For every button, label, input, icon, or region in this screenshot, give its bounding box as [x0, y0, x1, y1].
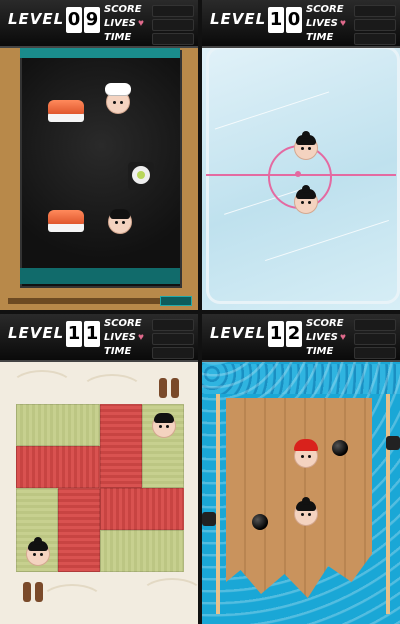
heart-icon: ♥ [138, 18, 144, 29]
stats-box: SCORE LIVES ♥ TIME [104, 4, 194, 46]
pirate-character-icon [294, 439, 318, 468]
level-panel-12: LEVEL 1 2 SCORE LIVES ♥ TIME [202, 314, 400, 624]
board-top-rail [20, 48, 180, 58]
ninja-character-icon [152, 413, 176, 438]
time-value-box [152, 33, 194, 45]
level-label: LEVEL [8, 10, 65, 28]
cannonball-icon [252, 514, 268, 530]
score-value-box [354, 319, 396, 331]
chef-character-icon [105, 83, 131, 114]
hud-bar: LEVEL 1 0 SCORE LIVES ♥ TIME [202, 0, 400, 48]
time-value-box [354, 33, 396, 45]
level-label: LEVEL [210, 324, 267, 342]
level-number: 0 9 [66, 7, 100, 33]
level-digit: 1 [268, 7, 284, 33]
sushi-board [20, 50, 182, 288]
score-value-box [152, 5, 194, 17]
lives-label: LIVES [104, 332, 136, 343]
ninja-character-icon [294, 185, 318, 214]
score-label: SCORE [104, 4, 142, 15]
geta-sandals-icon [22, 582, 44, 602]
heart-icon: ♥ [340, 18, 346, 29]
level-digit: 1 [84, 321, 100, 347]
salmon-nigiri-icon [48, 100, 84, 122]
stats-box: SCORE LIVES ♥ TIME [306, 4, 396, 46]
hud-bar: LEVEL 1 2 SCORE LIVES ♥ TIME [202, 314, 400, 362]
hud-bar: LEVEL 1 1 SCORE LIVES ♥ TIME [0, 314, 198, 362]
level-digit: 1 [66, 321, 82, 347]
progress-track [8, 298, 160, 304]
level-panel-10: LEVEL 1 0 SCORE LIVES ♥ TIME [202, 0, 400, 310]
level-preview-grid: LEVEL 0 9 SCORE LIVES ♥ TIME LEVEL 1 0 S… [0, 0, 400, 624]
level-digit: 2 [286, 321, 302, 347]
time-label: TIME [104, 32, 132, 43]
lives-value-box [152, 333, 194, 345]
cannonball-icon [332, 440, 348, 456]
stats-box: SCORE LIVES ♥ TIME [104, 318, 194, 360]
mini-meter [160, 296, 192, 306]
time-label: TIME [306, 32, 334, 43]
lives-label: LIVES [104, 18, 136, 29]
center-dot [295, 171, 301, 177]
level-digit: 0 [286, 7, 302, 33]
maki-roll-icon [128, 162, 154, 190]
ninja-character-icon [108, 209, 132, 234]
score-label: SCORE [306, 4, 344, 15]
score-value-box [354, 5, 396, 17]
ninja-character-icon [294, 497, 318, 526]
board-bottom-rail [20, 268, 180, 284]
ninja-character-icon [26, 537, 50, 566]
level-label: LEVEL [210, 10, 267, 28]
level-number: 1 2 [268, 321, 302, 347]
level-number: 1 1 [66, 321, 100, 347]
level-panel-09: LEVEL 0 9 SCORE LIVES ♥ TIME [0, 0, 198, 310]
lives-label: LIVES [306, 332, 338, 343]
time-value-box [152, 347, 194, 359]
ship-deck [226, 398, 372, 598]
geta-sandals-icon [158, 378, 180, 398]
score-value-box [152, 319, 194, 331]
score-label: SCORE [104, 318, 142, 329]
lives-label: LIVES [306, 18, 338, 29]
cannon-icon [202, 512, 216, 526]
stats-box: SCORE LIVES ♥ TIME [306, 318, 396, 360]
time-label: TIME [104, 346, 132, 357]
heart-icon: ♥ [340, 332, 346, 343]
level-digit: 1 [268, 321, 284, 347]
level-digit: 9 [84, 7, 100, 33]
level-panel-11: LEVEL 1 1 SCORE LIVES ♥ TIME [0, 314, 198, 624]
lives-value-box [152, 19, 194, 31]
level-digit: 0 [66, 7, 82, 33]
ninja-character-icon [294, 131, 318, 160]
level-number: 1 0 [268, 7, 302, 33]
level-label: LEVEL [8, 324, 65, 342]
time-label: TIME [306, 346, 334, 357]
heart-icon: ♥ [138, 332, 144, 343]
lives-value-box [354, 333, 396, 345]
score-label: SCORE [306, 318, 344, 329]
time-value-box [354, 347, 396, 359]
salmon-nigiri-icon [48, 210, 84, 232]
lives-value-box [354, 19, 396, 31]
hud-bar: LEVEL 0 9 SCORE LIVES ♥ TIME [0, 0, 198, 48]
cannon-icon [386, 436, 400, 450]
